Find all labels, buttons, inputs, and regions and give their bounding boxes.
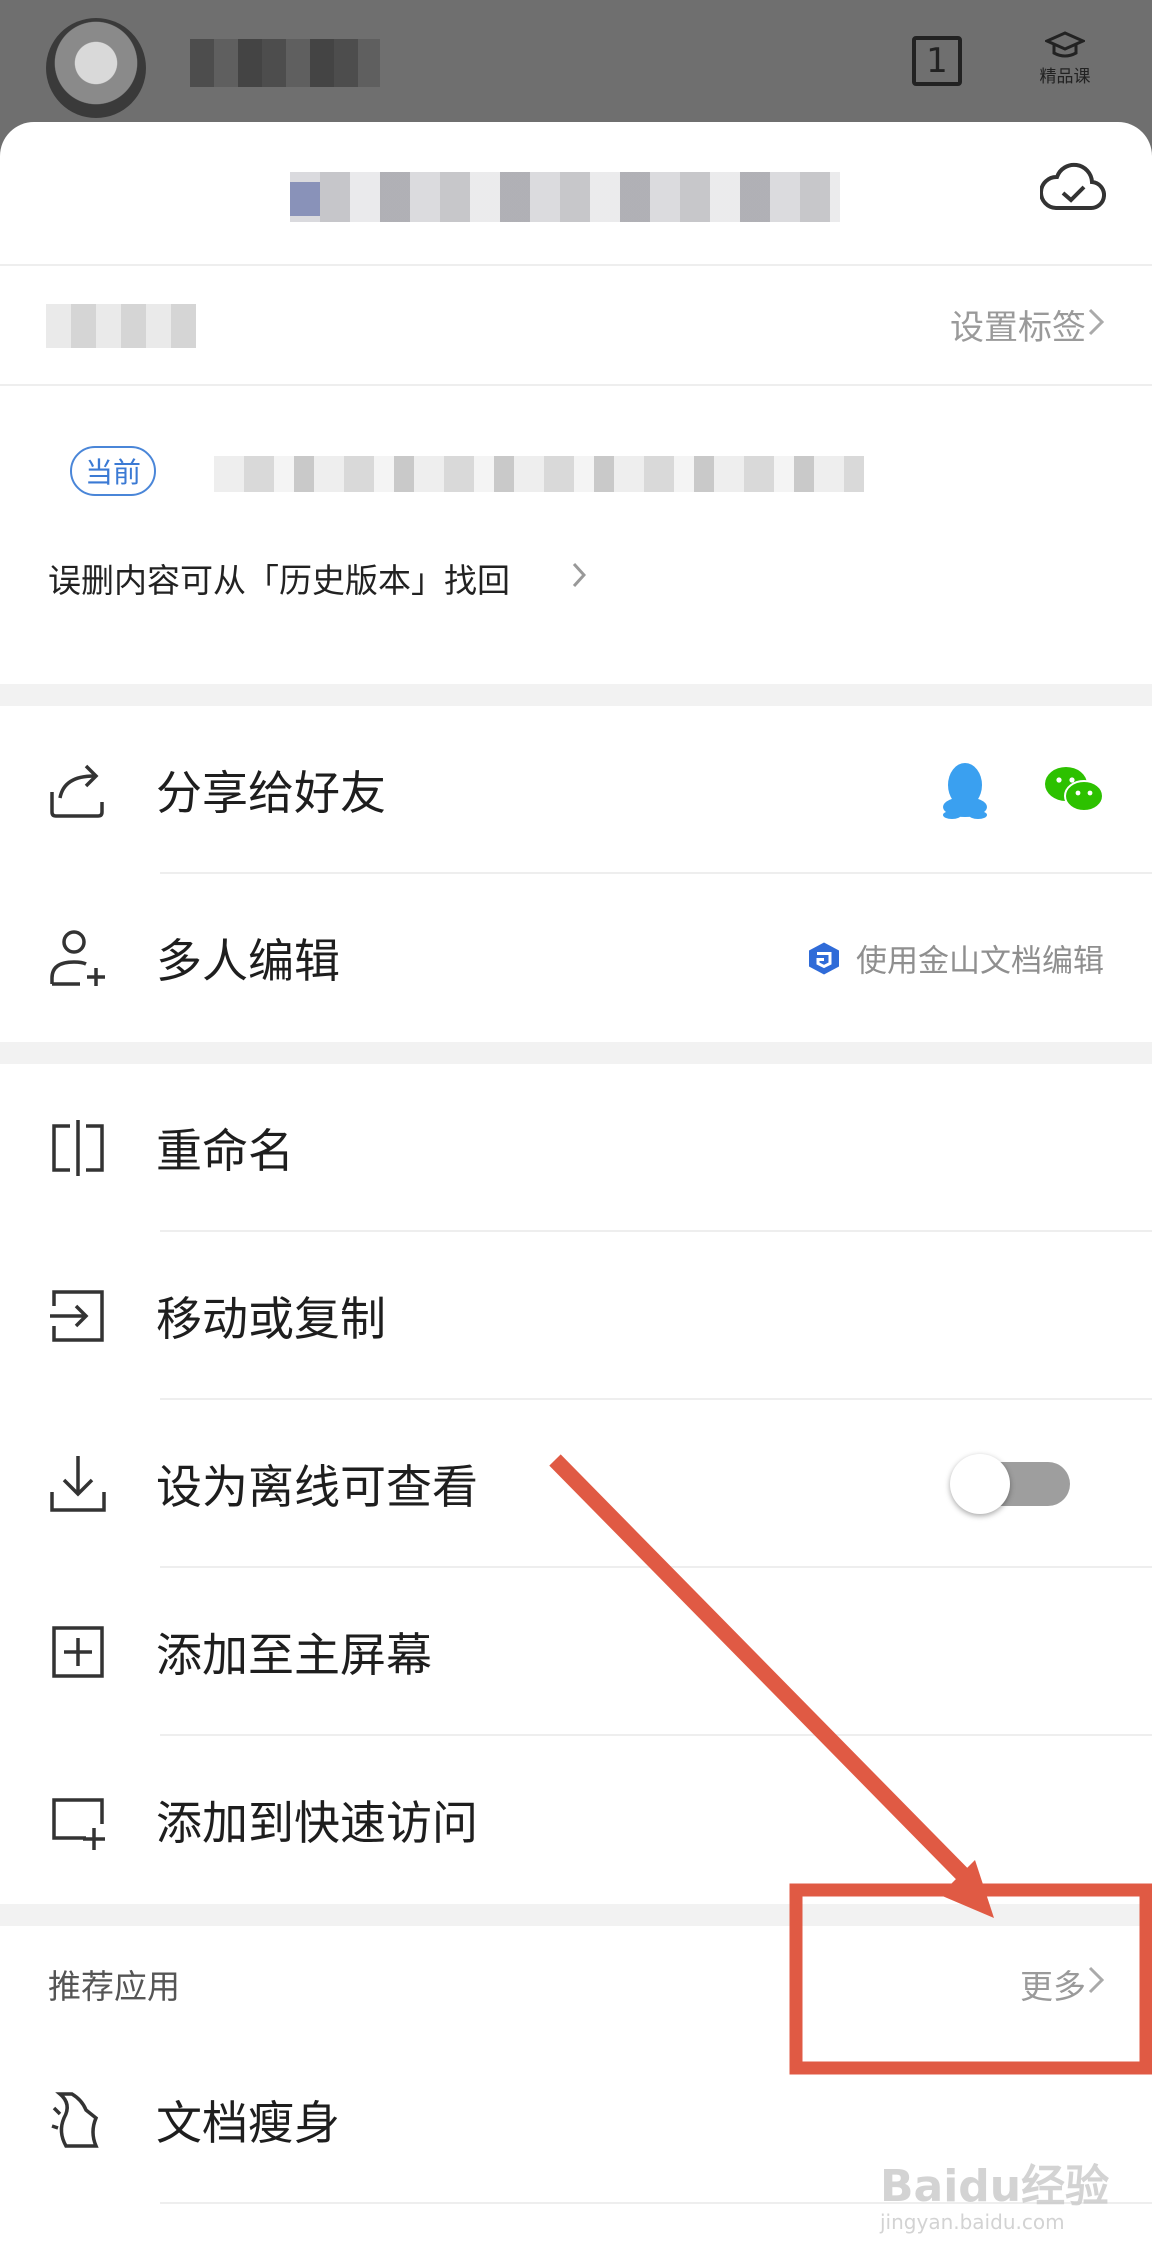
section-gap: [0, 1904, 1152, 1926]
tag-name-blurred: [46, 304, 196, 348]
menu-offline[interactable]: 设为离线可查看: [0, 1400, 1152, 1568]
menu-label: 移动或复制: [156, 1292, 386, 1346]
watermark-brand: Baidu经验: [880, 2161, 1110, 2212]
add-square-icon: [52, 1626, 104, 1678]
version-info-blurred: [214, 456, 864, 492]
action-sheet: 设置标签 当前 误删内容可从「历史版本」找回 分享给好友 多人编辑 使用金山文档…: [0, 122, 1152, 2259]
share-icon: [50, 764, 104, 818]
history-version-link[interactable]: 误删内容可从「历史版本」找回: [48, 554, 510, 602]
menu-move-copy[interactable]: 移动或复制: [0, 1232, 1152, 1400]
sheet-header: [0, 122, 1152, 266]
menu-label: 重命名: [156, 1124, 294, 1178]
watermark-url: jingyan.baidu.com: [880, 2210, 1065, 2234]
menu-rename[interactable]: 重命名: [0, 1064, 1152, 1232]
doc-slim-icon: [51, 2092, 99, 2148]
window-count-badge[interactable]: 1: [912, 36, 962, 86]
more-link[interactable]: 更多: [1020, 1960, 1086, 2008]
chevron-right-icon: [1088, 308, 1104, 336]
watermark: Baidu经验 jingyan.baidu.com: [880, 2150, 1109, 2234]
menu-label: 添加到快速访问: [156, 1796, 478, 1850]
course-label: 精品课: [1039, 67, 1091, 87]
set-tag-link[interactable]: 设置标签: [950, 300, 1086, 349]
graduation-cap-icon: [1045, 31, 1085, 58]
recommend-header: 推荐应用 更多: [0, 1926, 1152, 2036]
current-version-pill: 当前: [70, 446, 156, 496]
menu-label: 添加至主屏幕: [156, 1628, 432, 1682]
menu-share[interactable]: 分享给好友: [0, 706, 1152, 874]
qq-icon[interactable]: [938, 759, 992, 821]
menu-add-home[interactable]: 添加至主屏幕: [0, 1568, 1152, 1736]
wechat-icon[interactable]: [1044, 765, 1104, 815]
version-section: 当前 误删内容可从「历史版本」找回: [0, 386, 1152, 684]
section-gap: [0, 684, 1152, 706]
move-icon: [50, 1290, 104, 1342]
menu-label: 设为离线可查看: [156, 1460, 478, 1514]
add-screen-icon: [52, 1798, 105, 1850]
recommend-title: 推荐应用: [48, 1967, 180, 2006]
avatar[interactable]: [46, 18, 146, 118]
kingsoft-docs-label: 使用金山文档编辑: [856, 943, 1104, 980]
course-button[interactable]: 精品课: [1030, 30, 1100, 100]
top-bar: 1 精品课: [0, 0, 1152, 130]
chevron-right-icon: [572, 562, 586, 588]
menu-label: 多人编辑: [156, 934, 340, 988]
menu-multi-edit[interactable]: 多人编辑 使用金山文档编辑: [0, 874, 1152, 1042]
section-gap: [0, 1042, 1152, 1064]
kingsoft-docs-link[interactable]: 使用金山文档编辑: [808, 936, 1104, 981]
chevron-right-icon: [1088, 1966, 1104, 1994]
add-user-icon: [50, 930, 105, 986]
kingsoft-docs-icon: [809, 942, 839, 974]
menu-label: 分享给好友: [156, 766, 386, 820]
user-name-blurred: [190, 28, 380, 98]
rename-icon: [52, 1120, 104, 1176]
offline-toggle[interactable]: [950, 1454, 1070, 1514]
menu-quick-access[interactable]: 添加到快速访问: [0, 1736, 1152, 1904]
tag-row[interactable]: 设置标签: [0, 266, 1152, 386]
download-icon: [50, 1456, 106, 1512]
cloud-synced-icon[interactable]: [1040, 162, 1106, 214]
menu-label: 文档瘦身: [156, 2096, 340, 2150]
document-title-blurred: [290, 172, 840, 222]
